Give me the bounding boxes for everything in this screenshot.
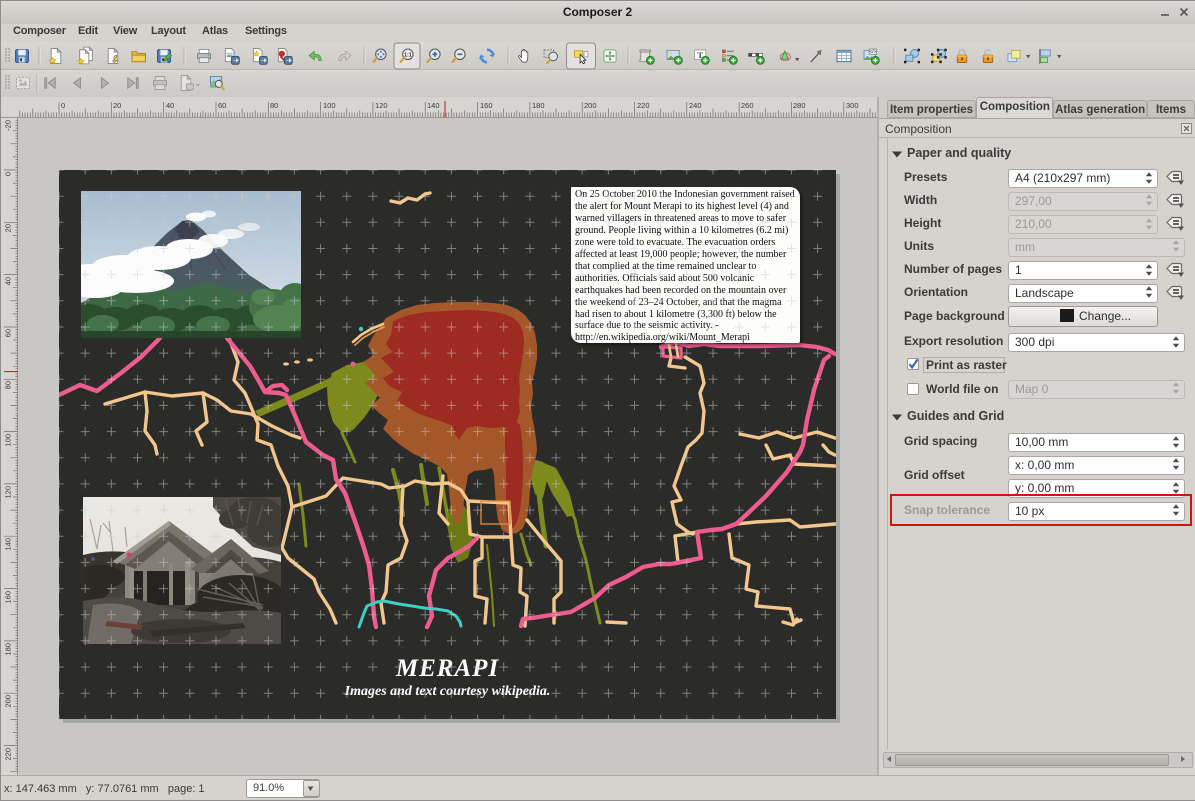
- svg-text:180: 180: [4, 643, 13, 656]
- svg-text:20: 20: [4, 224, 13, 232]
- svg-text:60: 60: [218, 101, 226, 110]
- svg-text:280: 280: [793, 101, 806, 110]
- svg-text:80: 80: [4, 381, 13, 389]
- svg-text:</>: </>: [870, 49, 877, 54]
- svg-text:40: 40: [4, 277, 13, 285]
- svg-text:0: 0: [4, 172, 13, 176]
- svg-text:140: 140: [4, 538, 13, 551]
- svg-text:260: 260: [741, 101, 754, 110]
- svg-text:-20: -20: [4, 120, 13, 131]
- svg-text:300: 300: [846, 101, 859, 110]
- svg-text:1:1: 1:1: [404, 52, 412, 58]
- svg-text:100: 100: [4, 434, 13, 447]
- svg-text:60: 60: [4, 329, 13, 337]
- svg-text:40: 40: [166, 101, 174, 110]
- svg-text:20: 20: [113, 101, 121, 110]
- svg-text:120: 120: [375, 101, 388, 110]
- svg-text:200: 200: [4, 695, 13, 708]
- svg-text:0: 0: [61, 101, 65, 110]
- svg-text:200: 200: [584, 101, 597, 110]
- svg-text:80: 80: [270, 101, 278, 110]
- svg-text:220: 220: [4, 748, 13, 761]
- svg-text:100: 100: [323, 101, 336, 110]
- svg-text:220: 220: [637, 101, 650, 110]
- svg-text:140: 140: [427, 101, 440, 110]
- svg-text:120: 120: [4, 486, 13, 499]
- svg-text:180: 180: [532, 101, 545, 110]
- svg-text:160: 160: [480, 101, 493, 110]
- svg-text:160: 160: [4, 591, 13, 604]
- svg-text:240: 240: [689, 101, 702, 110]
